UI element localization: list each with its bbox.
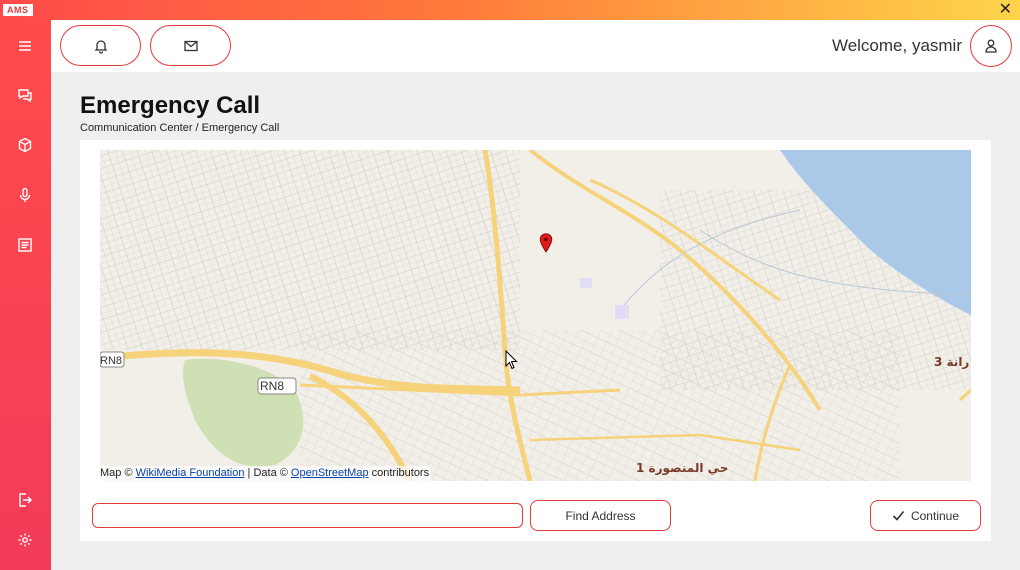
profile-button[interactable] bbox=[970, 25, 1012, 67]
microphone-icon[interactable] bbox=[14, 184, 36, 206]
wikimedia-link[interactable]: WikiMedia Foundation bbox=[136, 467, 245, 479]
place-label-mansoura: حي المنصورة 1 bbox=[636, 461, 728, 476]
map-attribution: Map © WikiMedia Foundation | Data © Open… bbox=[100, 466, 432, 481]
place-label-district-3: 3 رانة bbox=[934, 355, 969, 369]
map-tiles: RN8 RN8 حي المنصورة 1 3 رانة bbox=[100, 150, 971, 481]
messages-button[interactable] bbox=[150, 25, 231, 66]
mouse-cursor-icon bbox=[505, 350, 518, 370]
document-icon[interactable] bbox=[14, 234, 36, 256]
attribution-suffix: contributors bbox=[371, 467, 430, 479]
continue-button-label: Continue bbox=[910, 508, 960, 523]
openstreetmap-link[interactable]: OpenStreetMap bbox=[291, 467, 369, 479]
attribution-middle: | Data © bbox=[247, 467, 288, 479]
title-bar: AMS ✕ bbox=[0, 0, 1020, 20]
checkmark-icon bbox=[892, 510, 905, 521]
sidebar bbox=[0, 20, 51, 570]
logout-icon[interactable] bbox=[14, 489, 36, 511]
emergency-call-card: RN8 RN8 حي المنصورة 1 3 رانة Map © WikiM… bbox=[80, 140, 991, 541]
close-window-button[interactable]: ✕ bbox=[999, 1, 1012, 19]
road-label-rn8-center: RN8 bbox=[260, 379, 284, 393]
gear-icon[interactable] bbox=[14, 529, 36, 551]
envelope-icon bbox=[183, 40, 198, 51]
attribution-prefix: Map © bbox=[100, 467, 133, 479]
notifications-button[interactable] bbox=[60, 25, 141, 66]
welcome-text: Welcome, yasmir bbox=[831, 36, 962, 55]
cube-icon[interactable] bbox=[14, 134, 36, 156]
app-logo: AMS bbox=[3, 4, 33, 16]
road-label-rn8-left: RN8 bbox=[100, 355, 122, 367]
bell-icon bbox=[93, 39, 108, 54]
user-icon bbox=[985, 39, 997, 53]
chat-icon[interactable] bbox=[14, 84, 36, 106]
location-marker-icon[interactable] bbox=[539, 233, 553, 253]
header: Welcome, yasmir bbox=[51, 20, 1020, 72]
map-view[interactable]: RN8 RN8 حي المنصورة 1 3 رانة Map © WikiM… bbox=[100, 150, 971, 481]
find-address-button[interactable]: Find Address bbox=[530, 500, 671, 531]
address-input[interactable] bbox=[92, 503, 523, 528]
menu-icon[interactable] bbox=[14, 35, 36, 57]
continue-button[interactable]: Continue bbox=[870, 500, 981, 531]
page-title: Emergency Call bbox=[80, 92, 261, 119]
breadcrumb: Communication Center / Emergency Call bbox=[80, 122, 280, 134]
